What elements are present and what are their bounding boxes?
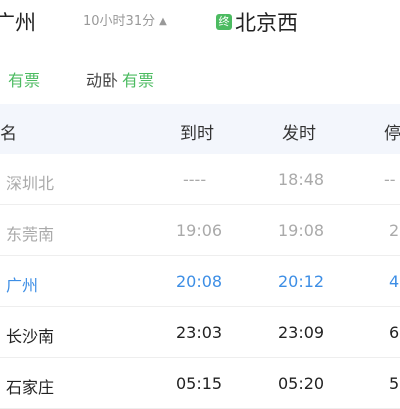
seat-sleeper-status: 有票 <box>122 71 155 90</box>
depart-time: 23:09 <box>278 323 325 342</box>
to-station: 终 北京西 <box>216 7 298 37</box>
seat-status: 有票 <box>8 71 41 90</box>
terminal-badge: 终 <box>216 14 232 30</box>
station-name: 广州 <box>6 276 39 295</box>
depart-time: 18:48 <box>278 170 325 189</box>
duration-text: 10小时31分 <box>83 14 156 29</box>
column-stop: 停 <box>384 124 400 144</box>
seat-availability: 有票 动卧 有票 <box>0 64 400 94</box>
station-name: 深圳北 <box>6 174 55 193</box>
station-name: 东莞南 <box>6 225 55 244</box>
stop-duration: 2 <box>389 221 400 240</box>
arrive-time: 19:06 <box>176 221 223 240</box>
to-station-name: 北京西 <box>235 11 298 35</box>
stop-duration: 6 <box>389 323 400 342</box>
depart-time: 20:12 <box>278 272 325 291</box>
table-row[interactable]: 长沙南 23:03 23:09 6 <box>0 307 400 358</box>
from-station: 广州 <box>0 11 36 35</box>
stops-table: 深圳北 ---- 18:48 -- 东莞南 19:06 19:08 2 广州 2… <box>0 154 400 409</box>
station-name: 石家庄 <box>6 378 55 397</box>
arrive-time: ---- <box>183 170 207 189</box>
depart-time: 19:08 <box>278 221 325 240</box>
table-row[interactable]: 东莞南 19:06 19:08 2 <box>0 205 400 256</box>
table-row[interactable]: 深圳北 ---- 18:48 -- <box>0 154 400 205</box>
stop-duration: -- <box>384 170 396 189</box>
column-arrive: 到时 <box>180 124 214 144</box>
column-depart: 发时 <box>282 124 316 144</box>
duration-toggle[interactable]: 10小时31分 ▲ <box>83 10 167 29</box>
table-row[interactable]: 广州 20:08 20:12 4 <box>0 256 400 307</box>
triangle-up-icon: ▲ <box>159 16 167 27</box>
station-name: 长沙南 <box>6 327 55 346</box>
stop-duration: 5 <box>389 374 400 393</box>
arrive-time: 20:08 <box>176 272 223 291</box>
depart-time: 05:20 <box>278 374 325 393</box>
arrive-time: 05:15 <box>176 374 223 393</box>
arrive-time: 23:03 <box>176 323 223 342</box>
train-header: 广州 10小时31分 ▲ 终 北京西 <box>0 0 400 48</box>
column-station: 名 <box>0 124 17 144</box>
stops-table-header: 名 到时 发时 停 <box>0 104 400 154</box>
table-row[interactable]: 石家庄 05:15 05:20 5 <box>0 358 400 409</box>
seat-sleeper: 动卧 有票 <box>86 67 154 91</box>
seat-sleeper-label: 动卧 <box>86 71 119 90</box>
stop-duration: 4 <box>389 272 400 291</box>
